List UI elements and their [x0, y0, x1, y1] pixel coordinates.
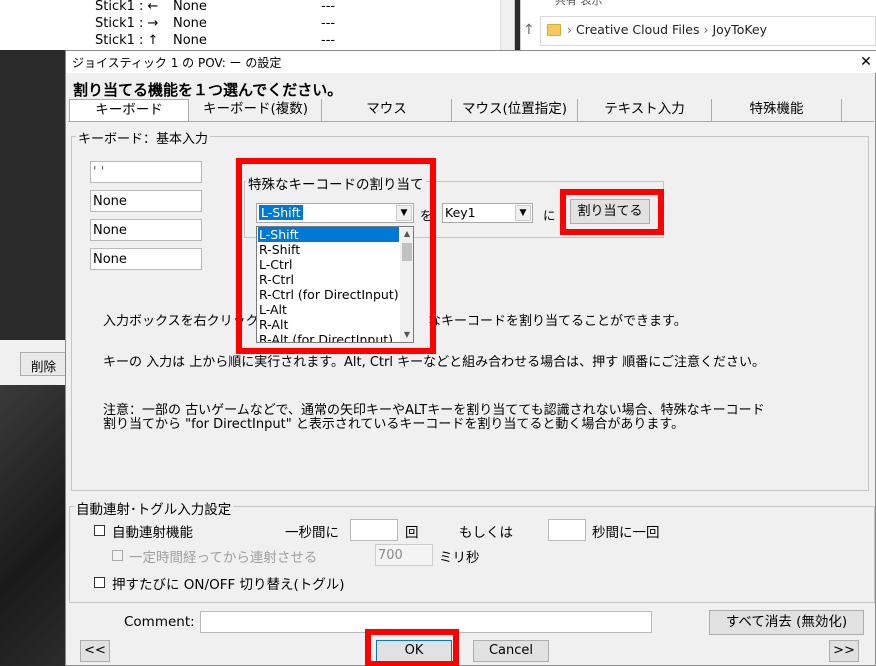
highlight-box-assign-button [560, 189, 664, 235]
title-bar[interactable]: ジョイスティック 1 の POV: ー の設定 ✕ [66, 51, 876, 73]
seconds-interval-input[interactable] [548, 519, 586, 541]
folder-icon [547, 24, 561, 36]
background-scrollbar[interactable] [500, 0, 514, 50]
next-button[interactable]: >> [829, 640, 859, 662]
auto-fire-group-label: 自動連射･トグル入力設定 [74, 498, 234, 518]
clear-all-button[interactable]: すべて消去 (無効化) [709, 610, 864, 635]
key-input-3[interactable]: None [90, 219, 202, 241]
background-list-window: Stick1 : ← None --- Stick1 : → None --- … [0, 0, 515, 50]
comment-label: Comment: [124, 614, 195, 630]
auto-fire-label: 自動連射機能 [112, 525, 193, 541]
key-input-2[interactable]: None [90, 190, 202, 212]
delete-button[interactable]: 削除 [20, 352, 66, 376]
tab-keyboard-multi[interactable]: キーボード(複数) [190, 99, 322, 121]
keyboard-group-label: キーボード：基本入力 [76, 128, 211, 147]
toggle-label: 押すたびに ON/OFF 切り替え(トグル) [112, 577, 345, 593]
highlight-box-special-key [236, 158, 436, 354]
rate-per-second-input[interactable] [350, 519, 398, 541]
up-arrow-icon[interactable]: ↑ [523, 22, 535, 38]
info-text-2: キーの 入力は 上から順に実行されます。Alt, Ctrl キーなどと組み合わせ… [103, 355, 765, 370]
dialog-title: ジョイスティック 1 の POV: ー の設定 [72, 56, 282, 70]
page-title: 割り当てる機能を１つ選んでください。 [73, 81, 343, 99]
tab-text-input[interactable]: テキスト入力 [578, 99, 712, 121]
delay-label: 一定時間経ってから連射させる [129, 550, 318, 566]
prev-button[interactable]: << [80, 640, 110, 662]
close-icon[interactable]: ✕ [856, 51, 876, 73]
per-second-label: 一秒間に [285, 525, 339, 541]
info-text-3b: 割り当てから "for DirectInput" と表示されているキーコードを割… [103, 417, 685, 432]
or-label: もしくは [459, 525, 513, 541]
per-n-seconds-label: 秒間に一回 [592, 525, 660, 541]
toggle-checkbox[interactable] [94, 577, 105, 588]
desktop-background [0, 385, 66, 666]
auto-fire-checkbox[interactable] [94, 525, 105, 536]
ni-label: に [543, 208, 556, 223]
tab-keyboard[interactable]: キーボード [69, 99, 189, 121]
highlight-box-ok-button [365, 629, 459, 666]
tab-mouse[interactable]: マウス [322, 99, 452, 121]
delay-ms-input[interactable]: 700 [375, 544, 433, 566]
settings-dialog: ジョイスティック 1 の POV: ー の設定 ✕ 割り当てる機能を１つ選んでく… [65, 50, 876, 666]
tab-divider [68, 121, 874, 122]
target-key-select[interactable]: Key1 ▼ [442, 203, 533, 223]
info-text-1b: なキーコードを割り当てることができます。 [428, 314, 687, 329]
explorer-ribbon-text: 共有 表示 [555, 0, 603, 7]
key-input-4[interactable]: None [90, 248, 202, 270]
times-label: 回 [405, 525, 419, 541]
key-input-1[interactable]: ' ' [90, 161, 202, 183]
cancel-button[interactable]: Cancel [473, 640, 549, 662]
breadcrumb[interactable]: › Creative Cloud Files › JoyToKey [567, 22, 767, 37]
ms-label: ミリ秒 [439, 550, 480, 566]
info-text-3a: 注意：一部の 古いゲームなどで、通常の矢印キーやALTキーを割り当てても認識され… [103, 403, 765, 418]
delay-checkbox[interactable] [112, 550, 123, 561]
tab-special[interactable]: 特殊機能 [712, 99, 842, 121]
chevron-down-icon[interactable]: ▼ [515, 205, 531, 221]
tab-mouse-position[interactable]: マウス(位置指定) [452, 99, 578, 121]
